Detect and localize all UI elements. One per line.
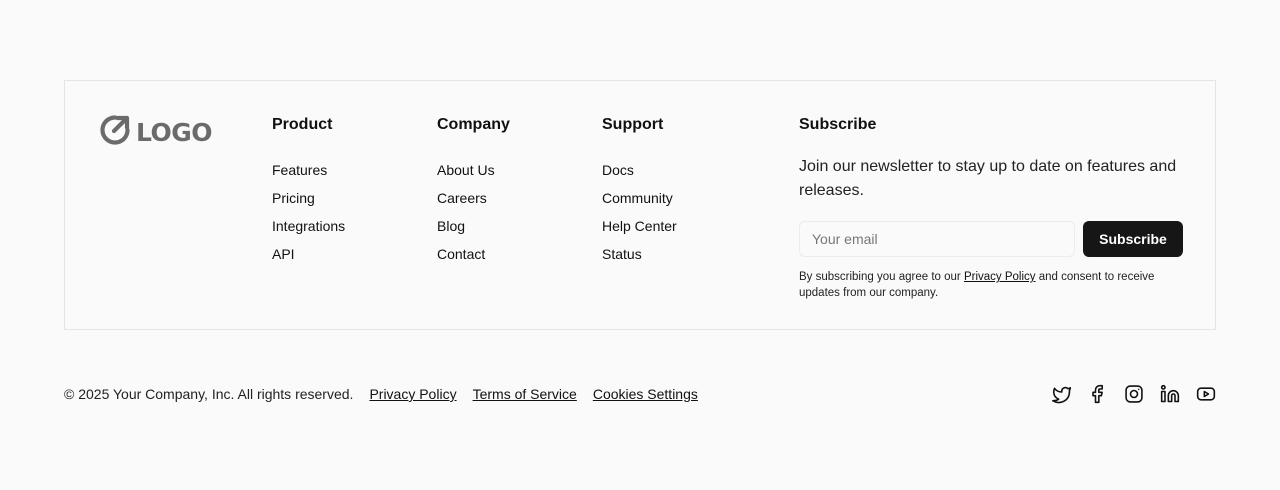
cookies-settings-link[interactable]: Cookies Settings — [593, 386, 698, 402]
footer-link-status[interactable]: Status — [602, 240, 677, 268]
footer-link-about-us[interactable]: About Us — [437, 156, 510, 184]
consent-prefix: By subscribing you agree to our — [799, 271, 964, 283]
twitter-icon[interactable] — [1052, 384, 1072, 404]
facebook-icon[interactable] — [1088, 384, 1108, 404]
column-company: Company About Us Careers Blog Contact — [437, 115, 510, 268]
footer-link-help-center[interactable]: Help Center — [602, 212, 677, 240]
logo-arrow-circle-icon — [98, 113, 132, 152]
column-title: Support — [602, 116, 664, 133]
footer-link-pricing[interactable]: Pricing — [272, 184, 345, 212]
column-title: Product — [272, 116, 333, 133]
subscribe-form: Subscribe — [799, 221, 1183, 257]
footer-main: LOGO Product Features Pricing Integratio… — [64, 80, 1216, 330]
copyright: © 2025 Your Company, Inc. All rights res… — [64, 386, 354, 402]
footer-link-docs[interactable]: Docs — [602, 156, 677, 184]
social-links — [1052, 384, 1216, 404]
subscribe-title: Subscribe — [799, 116, 877, 133]
consent-text: By subscribing you agree to our Privacy … — [799, 269, 1159, 301]
column-support: Support Docs Community Help Center Statu… — [602, 115, 677, 268]
logo-text: LOGO — [136, 118, 213, 147]
youtube-icon[interactable] — [1196, 384, 1216, 404]
consent-privacy-link[interactable]: Privacy Policy — [964, 271, 1036, 283]
instagram-icon[interactable] — [1124, 384, 1144, 404]
linkedin-icon[interactable] — [1160, 384, 1180, 404]
legal-bar: © 2025 Your Company, Inc. All rights res… — [64, 386, 698, 402]
footer-link-integrations[interactable]: Integrations — [272, 212, 345, 240]
subscribe-section: Subscribe Join our newsletter to stay up… — [799, 115, 1199, 301]
terms-of-service-link[interactable]: Terms of Service — [473, 386, 577, 402]
column-title: Company — [437, 116, 510, 133]
column-product: Product Features Pricing Integrations AP… — [272, 115, 345, 268]
footer-link-features[interactable]: Features — [272, 156, 345, 184]
footer-link-api[interactable]: API — [272, 240, 345, 268]
footer-link-careers[interactable]: Careers — [437, 184, 510, 212]
email-input[interactable] — [799, 221, 1075, 257]
subscribe-description: Join our newsletter to stay up to date o… — [799, 158, 1177, 199]
logo[interactable]: LOGO — [98, 113, 213, 152]
footer-link-contact[interactable]: Contact — [437, 240, 510, 268]
privacy-policy-link[interactable]: Privacy Policy — [369, 386, 456, 402]
footer-link-community[interactable]: Community — [602, 184, 677, 212]
subscribe-button[interactable]: Subscribe — [1083, 221, 1183, 257]
footer-link-blog[interactable]: Blog — [437, 212, 510, 240]
footer-bottom: © 2025 Your Company, Inc. All rights res… — [64, 384, 1216, 404]
